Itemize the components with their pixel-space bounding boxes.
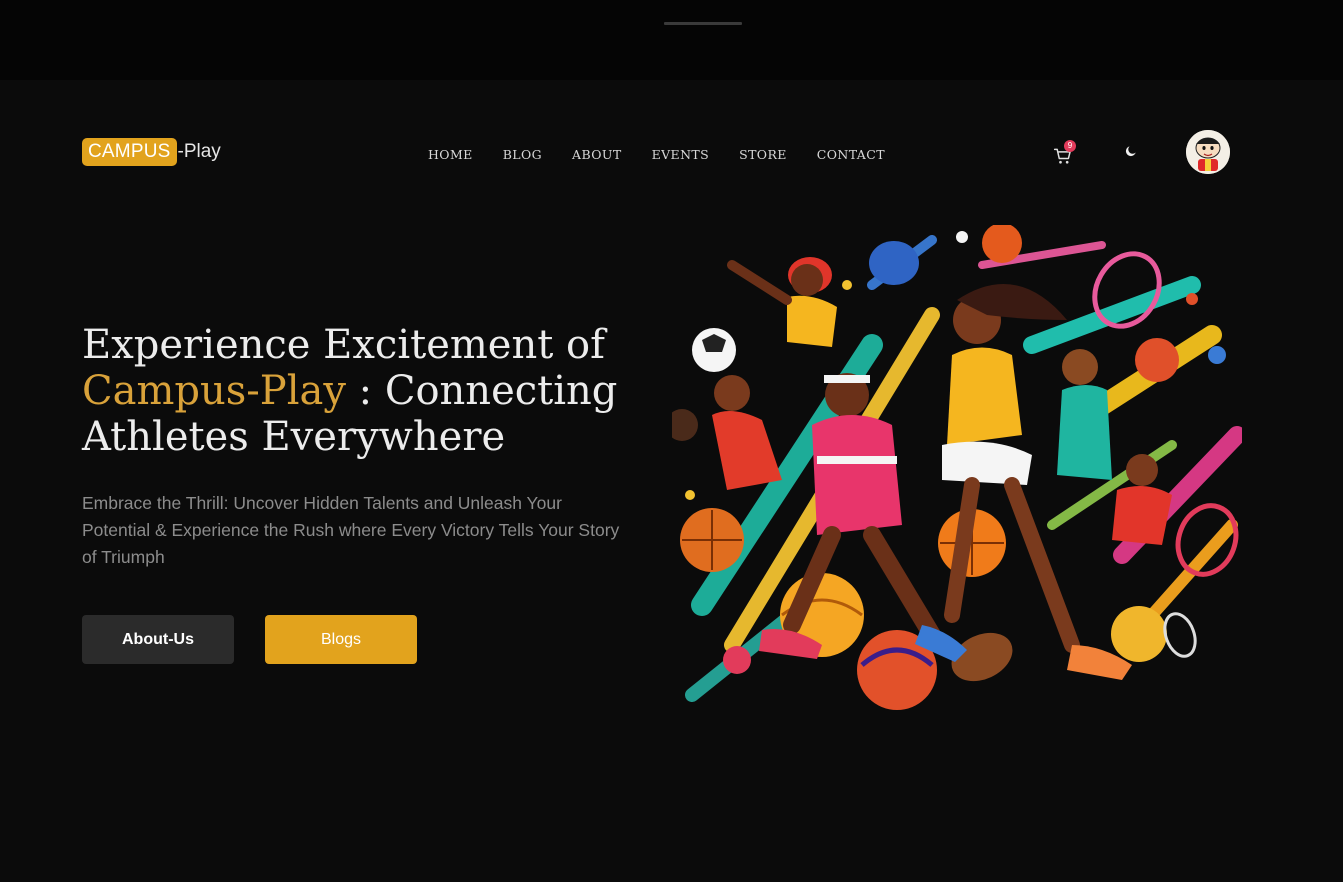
main-nav: HOME BLOG ABOUT EVENTS STORE CONTACT [428,147,885,162]
nav-about[interactable]: ABOUT [572,147,622,162]
nav-events[interactable]: EVENTS [652,147,710,162]
hero-title-rest: : Connecting [345,368,618,414]
avatar[interactable] [1186,130,1230,174]
site-logo[interactable]: CAMPUS -Play [82,138,221,166]
nav-store[interactable]: STORE [739,147,787,162]
avatar-image [1186,130,1230,174]
nav-contact[interactable]: CONTACT [817,147,885,162]
cart-button[interactable]: 9 [1053,140,1076,166]
sports-illustration [672,225,1242,710]
theme-toggle[interactable] [1124,144,1140,160]
hero-title: Experience Excitement of Campus-Play : C… [82,322,642,460]
hero-title-line3: Athletes Everywhere [82,414,506,460]
nav-blog[interactable]: BLOG [503,147,542,162]
browser-top-strip [0,0,1343,80]
moon-icon [1125,146,1136,157]
nav-home[interactable]: HOME [428,147,473,162]
top-indicator [664,22,742,25]
cart-count-badge: 9 [1064,140,1076,152]
hero-title-line1: Experience Excitement of [82,322,605,368]
page: CAMPUS -Play HOME BLOG ABOUT EVENTS STOR… [0,0,1343,882]
blogs-button[interactable]: Blogs [265,615,417,664]
logo-text: -Play [177,141,221,162]
hero-title-accent: Campus-Play [82,368,346,414]
about-us-button[interactable]: About-Us [82,615,234,664]
hero-subtitle: Embrace the Thrill: Uncover Hidden Talen… [82,493,620,567]
logo-badge: CAMPUS [82,138,177,166]
